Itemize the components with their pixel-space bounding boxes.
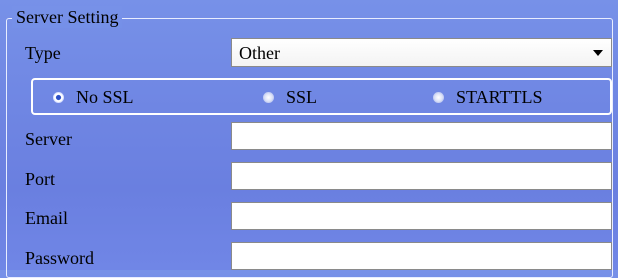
- type-label: Type: [25, 43, 61, 63]
- radio-no-ssl-label: No SSL: [76, 87, 134, 107]
- chevron-down-icon: [593, 50, 603, 56]
- type-select[interactable]: Other: [231, 38, 612, 67]
- radio-ssl-label: SSL: [286, 87, 318, 107]
- radio-unselected-icon: [263, 91, 274, 103]
- port-label: Port: [25, 169, 56, 189]
- radio-starttls-label: STARTTLS: [456, 87, 543, 107]
- server-label: Server: [25, 129, 72, 149]
- type-select-value: Other: [239, 43, 280, 63]
- server-setting-legend: Server Setting: [12, 6, 123, 28]
- password-input[interactable]: [231, 242, 612, 270]
- radio-starttls[interactable]: STARTTLS: [433, 86, 542, 108]
- ssl-radio-group: No SSL SSL STARTTLS: [31, 78, 612, 115]
- port-input[interactable]: [231, 162, 612, 190]
- radio-unselected-icon: [433, 91, 444, 103]
- email-label: Email: [25, 208, 68, 228]
- email-input[interactable]: [231, 202, 612, 230]
- radio-selected-icon: [53, 91, 64, 103]
- radio-no-ssl[interactable]: No SSL: [53, 86, 134, 108]
- radio-ssl[interactable]: SSL: [263, 86, 317, 108]
- password-label: Password: [25, 248, 95, 268]
- server-input[interactable]: [231, 122, 612, 150]
